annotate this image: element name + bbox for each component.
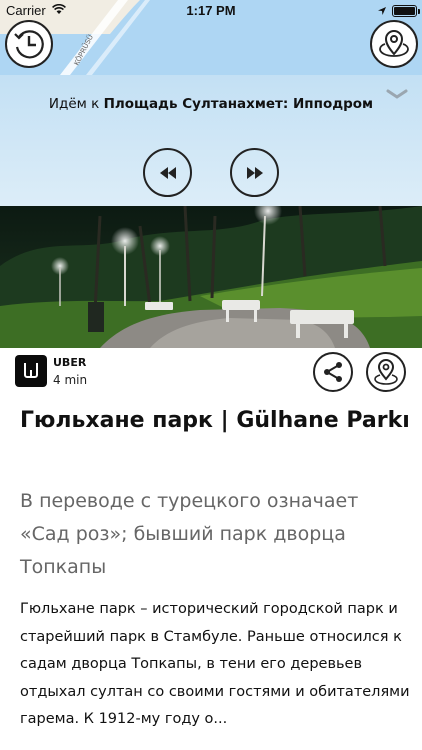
uber-icon (24, 363, 38, 378)
map-pins-icon (379, 30, 409, 57)
going-to-text: Идём к Площадь Султанахмет: Ипподром (0, 96, 422, 112)
map-pins-button[interactable] (370, 20, 418, 68)
status-bar: Carrier 1:17 PM (0, 0, 422, 22)
location-pin-icon (374, 359, 398, 385)
fast-forward-icon (246, 166, 263, 179)
uber-logo[interactable] (15, 355, 47, 387)
collapse-button[interactable] (386, 85, 408, 104)
place-subtitle: В переводе с турецкого означает «Сад роз… (20, 490, 359, 578)
uber-eta: 4 min (53, 373, 88, 387)
place-description[interactable]: Гюльхане парк – исторический городской п… (20, 596, 412, 734)
status-time: 1:17 PM (186, 3, 236, 18)
clock-history-icon (14, 30, 44, 59)
history-button[interactable] (5, 20, 53, 68)
rewind-button[interactable] (143, 148, 192, 197)
place-photo[interactable] (0, 206, 422, 348)
uber-name[interactable]: UBER (53, 356, 86, 369)
fast-forward-button[interactable] (230, 148, 279, 197)
share-icon (324, 362, 342, 382)
battery-icon (392, 5, 420, 17)
map-header[interactable]: KÖPRÜSÜ Carrier 1:17 PM (0, 0, 422, 75)
rewind-icon (159, 166, 176, 179)
destination-name: Площадь Султанахмет: Ипподром (103, 96, 374, 112)
going-to-prefix: Идём к (48, 96, 100, 112)
location-arrow-icon (377, 5, 387, 20)
place-title: Гюльхане парк | Gülhane Parkı (20, 408, 410, 433)
share-button[interactable] (313, 352, 353, 392)
audio-player-panel: Идём к Площадь Султанахмет: Ипподром (0, 75, 422, 206)
show-on-map-button[interactable] (366, 352, 406, 392)
park-night-photo (0, 206, 422, 348)
chevron-down-icon (386, 89, 408, 99)
